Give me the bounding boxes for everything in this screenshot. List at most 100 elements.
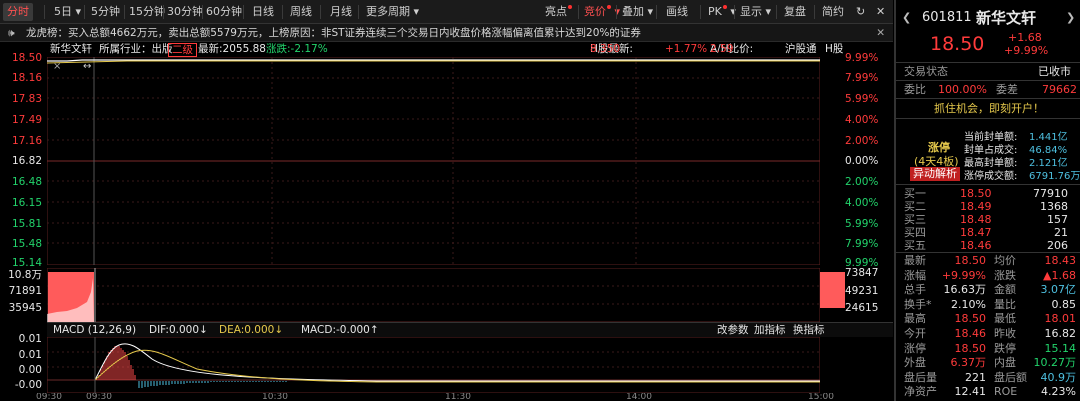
macd-dea: DEA:0.000↓ bbox=[219, 324, 284, 336]
tab-5min[interactable]: 5分钟 bbox=[87, 3, 124, 21]
bid-price: 18.46 bbox=[960, 239, 992, 252]
draw-line-button[interactable]: 画线 bbox=[662, 3, 692, 21]
pct-tick: 7.99% bbox=[845, 72, 879, 84]
volume-chart[interactable] bbox=[47, 268, 820, 322]
stat-value: 4.23% bbox=[1041, 385, 1076, 399]
price-tick: 15.81 bbox=[11, 218, 42, 230]
pct-tick: 4.00% bbox=[845, 114, 879, 126]
volume-axis-left: 10.8万 71891 35945 bbox=[0, 268, 46, 322]
price-tick: 18.16 bbox=[11, 72, 42, 84]
time-tick: 11:30 bbox=[445, 393, 471, 401]
tab-monthly[interactable]: 月线 bbox=[326, 3, 356, 21]
overlay-button[interactable]: 叠加 ▾ bbox=[618, 3, 657, 21]
change-params-button[interactable]: 改参数 bbox=[717, 323, 749, 338]
tab-more-periods[interactable]: 更多周期 ▾ bbox=[362, 3, 423, 21]
industry-label[interactable]: 所属行业：出版 bbox=[99, 42, 173, 57]
pct-tick: 2.00% bbox=[845, 135, 879, 147]
bid-level: 买五 bbox=[904, 239, 926, 252]
price-tick: 17.49 bbox=[11, 114, 42, 126]
stat-value: 15.14 bbox=[1044, 341, 1077, 355]
stock-name: 新华文轩 bbox=[50, 43, 92, 55]
ticker-close-icon[interactable]: ✕ bbox=[876, 24, 885, 42]
bid-row[interactable]: 买五 18.46 206 bbox=[896, 238, 1080, 253]
stat-label: 换手* bbox=[904, 297, 932, 311]
stat-value: 18.46 bbox=[954, 327, 987, 340]
time-tick: 15:00 bbox=[808, 393, 834, 401]
bid-diff-label: 委差 bbox=[996, 83, 1018, 96]
macd-chart[interactable] bbox=[47, 337, 820, 393]
macd-tick: 0.01 bbox=[18, 333, 42, 345]
ticker-text[interactable]: 龙虎榜：买入总额4662万元，卖出总额5579万元，上榜原因：非ST证券连续三个… bbox=[26, 24, 641, 42]
intraday-price-chart[interactable]: × ↔ bbox=[47, 57, 820, 265]
stat-value: 0.85 bbox=[1051, 297, 1077, 311]
svg-text:×: × bbox=[53, 61, 61, 72]
display-button[interactable]: 显示 ▾ bbox=[736, 3, 775, 21]
macd-value: MACD:-0.000↑ bbox=[301, 324, 379, 336]
stock-code: 601811 bbox=[922, 10, 972, 25]
connect-link[interactable]: 沪股通 bbox=[785, 42, 817, 57]
time-tick: 09:30 bbox=[86, 393, 112, 401]
stat-label: ROE bbox=[994, 385, 1018, 399]
tab-intraday[interactable]: 分时 bbox=[3, 3, 33, 21]
volume-tick-right: 73847 bbox=[845, 267, 879, 279]
macd-title[interactable]: MACD (12,26,9) bbox=[53, 323, 136, 338]
simple-mode-button[interactable]: 简约 bbox=[818, 3, 848, 21]
limit-stat-value: 6791.76万 bbox=[1029, 171, 1080, 182]
stat-value: 18.01 bbox=[1044, 312, 1077, 326]
stat-label: 昨收 bbox=[994, 327, 1016, 340]
forward-arrow-icon[interactable]: ❯ bbox=[1066, 8, 1075, 28]
price-tick: 16.82 bbox=[11, 155, 42, 167]
price-tick: 16.15 bbox=[11, 197, 42, 209]
price-tick: 17.16 bbox=[11, 135, 42, 147]
stat-label: 内盘 bbox=[994, 356, 1016, 370]
bid-volume: 206 bbox=[1047, 239, 1068, 252]
stat-value: 18.43 bbox=[1044, 254, 1077, 267]
sector-latest: 最新:2055.88 bbox=[198, 43, 266, 55]
trade-status-label: 交易状态 bbox=[904, 65, 948, 78]
switch-indicator-button[interactable]: 换指标 bbox=[793, 323, 825, 338]
stat-value: 2.10% bbox=[951, 297, 986, 311]
trade-status: 已收市 bbox=[1038, 65, 1071, 78]
stat-label: 量比 bbox=[994, 297, 1016, 311]
bid-diff: 79662 bbox=[1042, 83, 1077, 96]
back-arrow-icon[interactable]: ❮ bbox=[902, 8, 911, 28]
quote-panel: ❮ 601811 新华文轩 ❯ 18.50 +1.68 +9.99% 交易状态 … bbox=[894, 0, 1080, 401]
price-tick: 16.48 bbox=[11, 176, 42, 188]
stat-value: 18.50 bbox=[954, 312, 987, 326]
close-icon[interactable]: ✕ bbox=[872, 3, 889, 21]
stat-label: 外盘 bbox=[904, 356, 926, 370]
stat-label: 最新 bbox=[904, 254, 926, 267]
tab-60min[interactable]: 60分钟 bbox=[202, 3, 246, 21]
price-change-pct: +9.99% bbox=[1004, 44, 1049, 57]
time-tick: 14:00 bbox=[626, 393, 652, 401]
volume-tick: 71891 bbox=[8, 285, 42, 297]
stat-label: 最高 bbox=[904, 312, 926, 326]
chart-info-bar: 新华文轩 所属行业：出版 二级 最新:2055.88 涨跌:-2.17% H股最… bbox=[50, 42, 844, 57]
tab-daily[interactable]: 日线 bbox=[248, 3, 278, 21]
add-indicator-button[interactable]: 加指标 bbox=[754, 323, 786, 338]
tab-weekly[interactable]: 周线 bbox=[286, 3, 316, 21]
pct-tick: 5.99% bbox=[845, 93, 879, 105]
refresh-icon[interactable]: ↻ bbox=[852, 3, 869, 21]
stat-value: 16.82 bbox=[1044, 327, 1077, 340]
tab-30min[interactable]: 30分钟 bbox=[163, 3, 207, 21]
quote-stat-row: 最新 18.50 均价 18.43 bbox=[896, 253, 1080, 268]
tab-5day[interactable]: 5日 ▾ bbox=[50, 3, 85, 21]
h-share-link[interactable]: H股 bbox=[825, 42, 843, 57]
highlights-button[interactable]: 亮点 bbox=[541, 3, 576, 21]
time-tick: 10:30 bbox=[262, 393, 288, 401]
quote-stat-row: 盘后量 221 盘后额 40.9万 bbox=[896, 370, 1080, 385]
stat-value: 18.50 bbox=[954, 254, 987, 267]
stat-label: 涨停 bbox=[904, 341, 926, 355]
macd-tick: 0.01 bbox=[18, 349, 42, 361]
stat-value: 40.9万 bbox=[1040, 370, 1077, 384]
volume-tick-right: 49231 bbox=[845, 285, 879, 297]
quote-stat-row: 涨幅 +9.99% 涨跌 ▲1.68 bbox=[896, 268, 1080, 283]
open-account-promo[interactable]: 抓住机会，即刻开户！ bbox=[934, 101, 1044, 116]
stat-label: 均价 bbox=[994, 254, 1016, 267]
pct-tick: 4.00% bbox=[845, 197, 879, 209]
macd-header: MACD (12,26,9) DIF:0.000↓ DEA:0.000↓ MAC… bbox=[47, 322, 893, 337]
volume-tick-right: 24615 bbox=[845, 302, 879, 314]
replay-button[interactable]: 复盘 bbox=[780, 3, 810, 21]
stat-value: 10.27万 bbox=[1033, 356, 1077, 370]
